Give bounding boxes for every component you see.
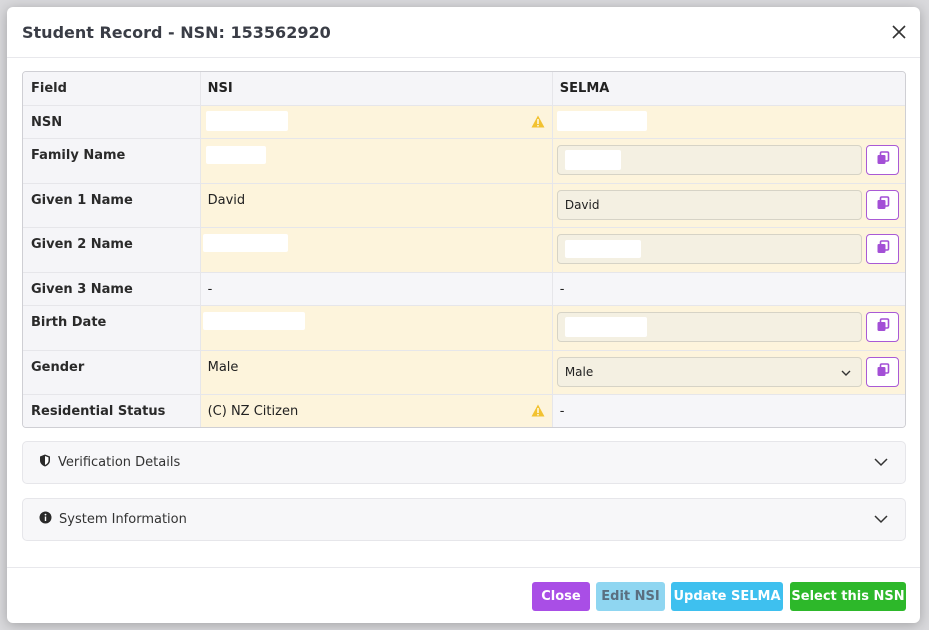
copy-button[interactable] bbox=[866, 145, 899, 175]
table-row: Gender Male Male bbox=[23, 350, 905, 394]
table-row: NSN bbox=[23, 105, 905, 138]
nsi-value bbox=[199, 139, 552, 183]
redacted-selma-family-name bbox=[564, 150, 621, 170]
redacted-given2-name bbox=[202, 234, 288, 252]
field-label: Given 3 Name bbox=[23, 273, 200, 305]
modal-title: Student Record - NSN: 153562920 bbox=[22, 22, 331, 42]
redacted-family-name bbox=[205, 146, 266, 164]
chevron-down-icon bbox=[874, 512, 888, 530]
table-row: Residential Status (C) NZ Citizen - bbox=[23, 394, 905, 427]
nsi-value bbox=[199, 306, 552, 350]
nsi-value bbox=[199, 106, 552, 138]
gender-select[interactable]: Male bbox=[556, 357, 863, 387]
selma-value bbox=[551, 228, 905, 272]
nsi-value: (C) NZ Citizen bbox=[199, 395, 552, 427]
warning-icon bbox=[531, 404, 545, 417]
close-icon[interactable] bbox=[888, 21, 910, 43]
modal-header: Student Record - NSN: 153562920 bbox=[7, 7, 920, 58]
system-information-label: System Information bbox=[59, 512, 187, 527]
table-row: Given 3 Name - - bbox=[23, 272, 905, 305]
info-icon bbox=[39, 511, 52, 528]
verification-details-label: Verification Details bbox=[58, 455, 181, 470]
selma-value: - bbox=[551, 273, 905, 305]
copy-icon bbox=[876, 363, 890, 381]
nsi-value: - bbox=[199, 273, 552, 305]
edit-nsi-button[interactable]: Edit NSI bbox=[596, 582, 665, 611]
redacted-birth-date bbox=[202, 312, 305, 330]
student-record-modal: Student Record - NSN: 153562920 Field NS… bbox=[7, 7, 920, 623]
select-nsn-button[interactable]: Select this NSN bbox=[790, 582, 906, 611]
shield-icon bbox=[39, 454, 51, 471]
header-field: Field bbox=[23, 72, 200, 105]
field-label: Family Name bbox=[23, 139, 200, 183]
family-name-input[interactable] bbox=[556, 145, 862, 175]
table-row: Birth Date bbox=[23, 305, 905, 350]
copy-button[interactable] bbox=[866, 190, 900, 220]
redacted-selma-nsn bbox=[556, 111, 647, 131]
close-button[interactable]: Close bbox=[532, 582, 590, 611]
redacted-selma-given2-name bbox=[564, 240, 641, 258]
field-label: Birth Date bbox=[23, 306, 200, 350]
nsi-value bbox=[199, 228, 552, 272]
table-row: Family Name bbox=[23, 138, 905, 183]
selma-value: Male bbox=[551, 351, 905, 394]
gender-selected-value: Male bbox=[564, 365, 594, 379]
field-label: Given 2 Name bbox=[23, 228, 200, 272]
nsi-value: Male bbox=[199, 351, 552, 394]
chevron-down-icon bbox=[874, 455, 888, 473]
nsi-value: David bbox=[199, 184, 552, 227]
selma-value bbox=[551, 139, 905, 183]
field-label: Gender bbox=[23, 351, 200, 394]
birth-date-input[interactable] bbox=[556, 312, 862, 342]
verification-details-accordion[interactable]: Verification Details bbox=[22, 441, 906, 484]
header-nsi: NSI bbox=[199, 72, 552, 105]
warning-icon bbox=[531, 115, 545, 128]
residential-status-value: (C) NZ Citizen bbox=[207, 404, 299, 419]
selma-value bbox=[551, 106, 905, 138]
modal-footer: Close Edit NSI Update SELMA Select this … bbox=[7, 567, 920, 623]
system-information-accordion[interactable]: System Information bbox=[22, 498, 906, 541]
copy-icon bbox=[876, 318, 890, 336]
given1-name-input[interactable]: David bbox=[556, 190, 863, 220]
chevron-down-icon bbox=[841, 365, 851, 379]
copy-icon bbox=[876, 196, 890, 214]
redacted-selma-birth-date bbox=[564, 317, 647, 337]
grid-header-row: Field NSI SELMA bbox=[23, 72, 905, 105]
comparison-grid: Field NSI SELMA NSN Family Name Given 1 … bbox=[22, 71, 906, 428]
copy-icon bbox=[876, 240, 890, 258]
field-label: Residential Status bbox=[23, 395, 200, 427]
copy-button[interactable] bbox=[866, 357, 900, 387]
selma-value bbox=[551, 306, 905, 350]
copy-button[interactable] bbox=[866, 234, 899, 264]
copy-button[interactable] bbox=[866, 312, 899, 342]
table-row: Given 1 Name David David bbox=[23, 183, 905, 227]
redacted-nsn bbox=[205, 111, 288, 131]
table-row: Given 2 Name bbox=[23, 227, 905, 272]
selma-value: David bbox=[551, 184, 905, 227]
given2-name-input[interactable] bbox=[556, 234, 862, 264]
header-selma: SELMA bbox=[551, 72, 905, 105]
field-label: NSN bbox=[23, 106, 200, 138]
copy-icon bbox=[876, 151, 890, 169]
field-label: Given 1 Name bbox=[23, 184, 200, 227]
selma-value: - bbox=[551, 395, 905, 427]
update-selma-button[interactable]: Update SELMA bbox=[671, 582, 783, 611]
